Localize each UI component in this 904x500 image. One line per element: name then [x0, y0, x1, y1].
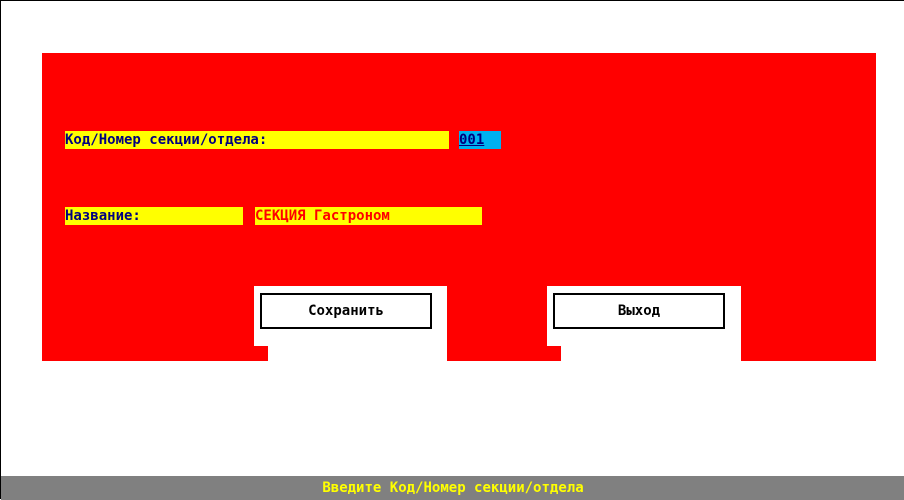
status-bar-hint: Введите Код/Номер секции/отдела: [1, 476, 904, 500]
save-button-shadow-lower: [268, 341, 447, 367]
exit-button[interactable]: Выход: [553, 293, 725, 329]
save-button[interactable]: Сохранить: [260, 293, 432, 329]
app-screen: Код/Номер секции/отдела: 001 Название: С…: [0, 0, 904, 500]
code-field-label: Код/Номер секции/отдела:: [65, 131, 449, 149]
code-input[interactable]: 001: [459, 131, 501, 149]
exit-button-shadow-lower: [561, 341, 741, 367]
name-field-label: Название:: [65, 207, 243, 225]
name-input[interactable]: СЕКЦИЯ Гастроном: [255, 207, 482, 225]
